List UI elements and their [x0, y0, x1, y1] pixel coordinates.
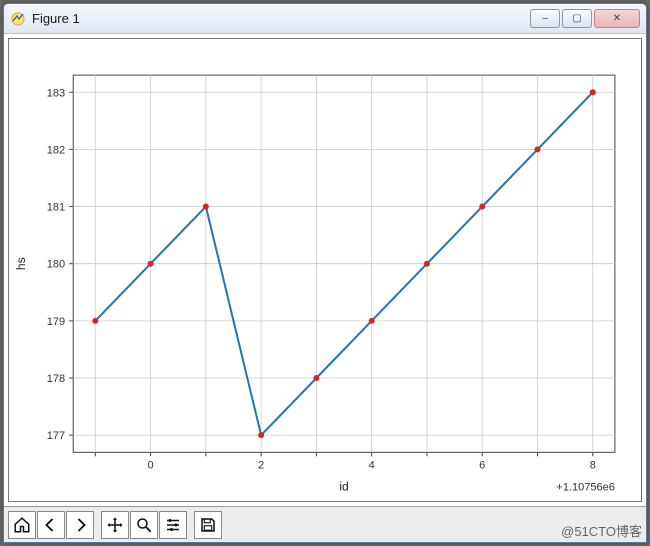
back-button[interactable] — [37, 511, 65, 539]
toolbar — [4, 506, 646, 542]
window-title: Figure 1 — [32, 11, 530, 26]
configure-button[interactable] — [159, 511, 187, 539]
forward-button[interactable] — [66, 511, 94, 539]
watermark-text: @51CTO博客 — [561, 521, 642, 540]
move-icon — [106, 516, 124, 534]
zoom-icon — [135, 516, 153, 534]
zoom-button[interactable] — [130, 511, 158, 539]
save-button[interactable] — [194, 511, 222, 539]
sliders-icon — [164, 516, 182, 534]
maximize-button[interactable]: ▢ — [562, 9, 592, 28]
svg-text:2: 2 — [258, 459, 264, 471]
minimize-button[interactable]: – — [530, 9, 560, 28]
svg-text:180: 180 — [47, 259, 65, 271]
app-icon — [10, 11, 26, 27]
home-icon — [13, 516, 31, 534]
svg-text:id: id — [339, 479, 348, 493]
svg-text:hs: hs — [14, 257, 28, 270]
figure-window: Figure 1 – ▢ ✕ 0 2 4 6 8 177 178 179 180 181 182 18… — [3, 3, 647, 543]
close-button[interactable]: ✕ — [594, 9, 640, 28]
svg-text:178: 178 — [47, 373, 65, 385]
svg-text:0: 0 — [148, 459, 154, 471]
svg-text:182: 182 — [47, 144, 65, 156]
svg-text:6: 6 — [479, 459, 485, 471]
plot-canvas[interactable]: 0 2 4 6 8 177 178 179 180 181 182 183 id hs +1.10756e6 — [8, 38, 642, 502]
save-icon — [199, 516, 217, 534]
line-chart: 0 2 4 6 8 177 178 179 180 181 182 183 id hs +1.10756e6 — [9, 39, 641, 504]
svg-text:+1.10756e6: +1.10756e6 — [556, 481, 615, 493]
svg-text:183: 183 — [47, 87, 65, 99]
svg-text:4: 4 — [369, 459, 375, 471]
home-button[interactable] — [8, 511, 36, 539]
titlebar[interactable]: Figure 1 – ▢ ✕ — [4, 4, 646, 34]
svg-text:177: 177 — [47, 430, 65, 442]
window-controls: – ▢ ✕ — [530, 9, 640, 28]
arrow-left-icon — [42, 516, 60, 534]
arrow-right-icon — [71, 516, 89, 534]
svg-text:179: 179 — [47, 316, 65, 328]
svg-text:8: 8 — [590, 459, 596, 471]
svg-text:181: 181 — [47, 202, 65, 214]
pan-button[interactable] — [101, 511, 129, 539]
